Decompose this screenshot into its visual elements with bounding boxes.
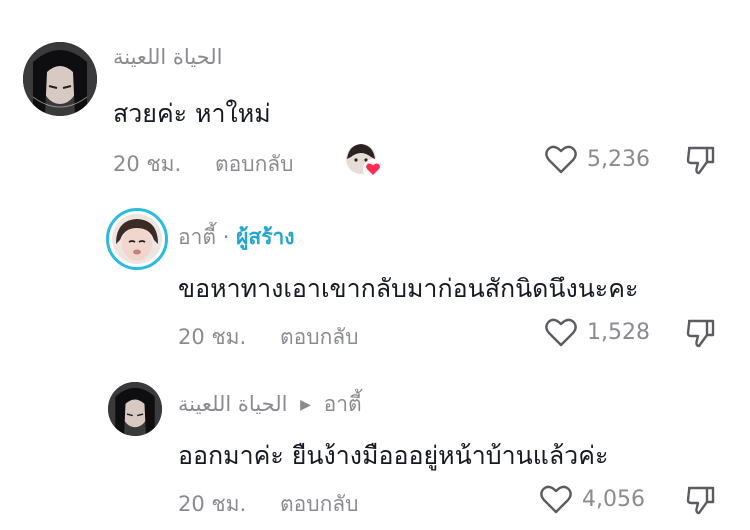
- comment-time: 20 ชม.: [178, 325, 247, 349]
- reply-button[interactable]: ตอบกลับ: [280, 488, 359, 521]
- heart-badge-icon: [363, 159, 383, 179]
- comment-username: الحياة اللعينة ▶ อาตี้: [178, 388, 362, 421]
- like-group: 4,056: [540, 484, 645, 514]
- comment-time: 20 ชม.: [178, 492, 247, 516]
- thumbs-down-outline-icon[interactable]: [685, 317, 717, 353]
- comment-text: ขอหาทางเอาเขากลับมาก่อนสักนิดนึงนะคะ: [178, 274, 639, 303]
- triangle-right-icon: ▶: [300, 397, 311, 413]
- comment-item: الحياة اللعينة ▶ อาตี้ ออกมาค่ะ ยืนง้างม…: [0, 0, 750, 516]
- avatar[interactable]: [108, 382, 162, 436]
- separator: ·: [222, 225, 230, 249]
- thumbs-down-outline-icon[interactable]: [685, 484, 717, 520]
- heart-outline-icon[interactable]: [540, 484, 572, 514]
- reply-to-username[interactable]: อาตี้: [324, 392, 362, 416]
- comment-text: ออกมาค่ะ ยืนง้างมือออยู่หน้าบ้านแล้วค่ะ: [178, 441, 609, 470]
- reply-button[interactable]: ตอบกลับ: [280, 321, 359, 354]
- comment-username: อาตี้ · ผู้สร้าง: [178, 221, 295, 254]
- creator-avatar[interactable]: [106, 208, 168, 270]
- like-count: 4,056: [582, 486, 645, 512]
- creator-username[interactable]: อาตี้: [178, 225, 216, 249]
- like-group: 1,528: [545, 317, 650, 347]
- reply-username[interactable]: الحياة اللعينة: [178, 392, 287, 416]
- creator-badge: ผู้สร้าง: [236, 225, 295, 249]
- like-count: 1,528: [587, 319, 650, 345]
- heart-outline-icon[interactable]: [545, 317, 577, 347]
